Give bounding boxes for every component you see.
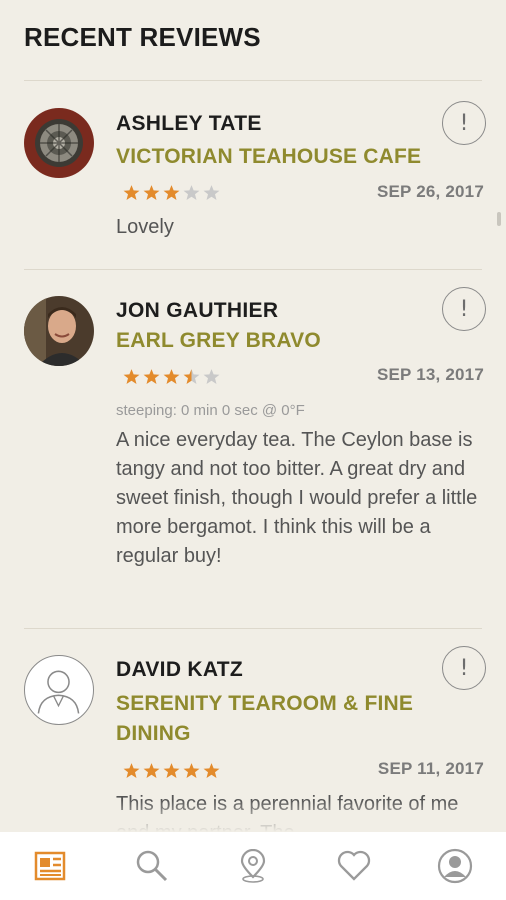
- star-icon: [183, 369, 200, 384]
- nav-location-button[interactable]: [223, 836, 283, 896]
- content-fade: [0, 800, 506, 832]
- star-icon: [163, 185, 180, 200]
- reviewer-name[interactable]: JON GAUTHIER: [116, 299, 278, 323]
- nav-favorites-button[interactable]: [324, 836, 384, 896]
- heart-icon: [338, 850, 371, 881]
- star-icon: [123, 185, 140, 200]
- nav-news-button[interactable]: [21, 836, 81, 896]
- review-date: SEP 13, 2017: [376, 365, 484, 384]
- avatar[interactable]: [24, 655, 94, 725]
- star-icon: [183, 763, 200, 778]
- exclamation-icon: !: [459, 110, 469, 136]
- star-icon: [203, 763, 220, 778]
- star-icon: [163, 763, 180, 778]
- review-text: A nice everyday tea. The Ceylon base is …: [116, 429, 478, 567]
- review-date: SEP 11, 2017: [377, 759, 484, 778]
- steeping-info: steeping: 0 min 0 sec @ 0°F: [116, 402, 305, 419]
- star-icon: [203, 185, 220, 200]
- review-date: SEP 26, 2017: [376, 182, 484, 201]
- divider: [24, 269, 482, 270]
- default-avatar-icon: [37, 670, 80, 714]
- report-button[interactable]: !: [442, 287, 486, 331]
- divider: [24, 80, 482, 81]
- news-icon: [34, 851, 65, 881]
- profile-icon: [438, 848, 473, 884]
- star-icon: [143, 763, 160, 778]
- star-icon: [123, 763, 140, 778]
- star-icon: [163, 369, 180, 384]
- avatar[interactable]: [24, 296, 94, 366]
- avatar[interactable]: [24, 108, 94, 178]
- star-rating: [122, 184, 221, 201]
- nav-profile-button[interactable]: [425, 836, 485, 896]
- star-icon: [143, 369, 160, 384]
- tea-place-link[interactable]: VICTORIAN TEAHOUSE CAFE: [116, 142, 446, 172]
- report-button[interactable]: !: [442, 101, 486, 145]
- reviewer-name[interactable]: DAVID KATZ: [116, 658, 243, 682]
- star-icon: [183, 185, 200, 200]
- reviewer-name[interactable]: ASHLEY TATE: [116, 112, 262, 136]
- star-icon: [143, 185, 160, 200]
- star-icon: [203, 369, 220, 384]
- review-text: Lovely: [116, 216, 174, 238]
- search-icon: [136, 850, 167, 882]
- report-button[interactable]: !: [442, 646, 486, 690]
- page-title: RECENT REVIEWS: [24, 22, 261, 52]
- bottom-nav: [0, 832, 506, 900]
- star-rating: [122, 762, 221, 779]
- exclamation-icon: !: [459, 655, 469, 681]
- tea-place-link[interactable]: SERENITY TEAROOM & FINE DINING: [116, 689, 446, 749]
- star-rating: [122, 368, 221, 385]
- exclamation-icon: !: [459, 296, 469, 322]
- location-pin-icon: [240, 849, 266, 883]
- divider: [24, 628, 482, 629]
- scrollbar-thumb[interactable]: [497, 212, 501, 226]
- nav-search-button[interactable]: [122, 836, 182, 896]
- star-icon: [123, 369, 140, 384]
- tea-place-link[interactable]: EARL GREY BRAVO: [116, 326, 446, 356]
